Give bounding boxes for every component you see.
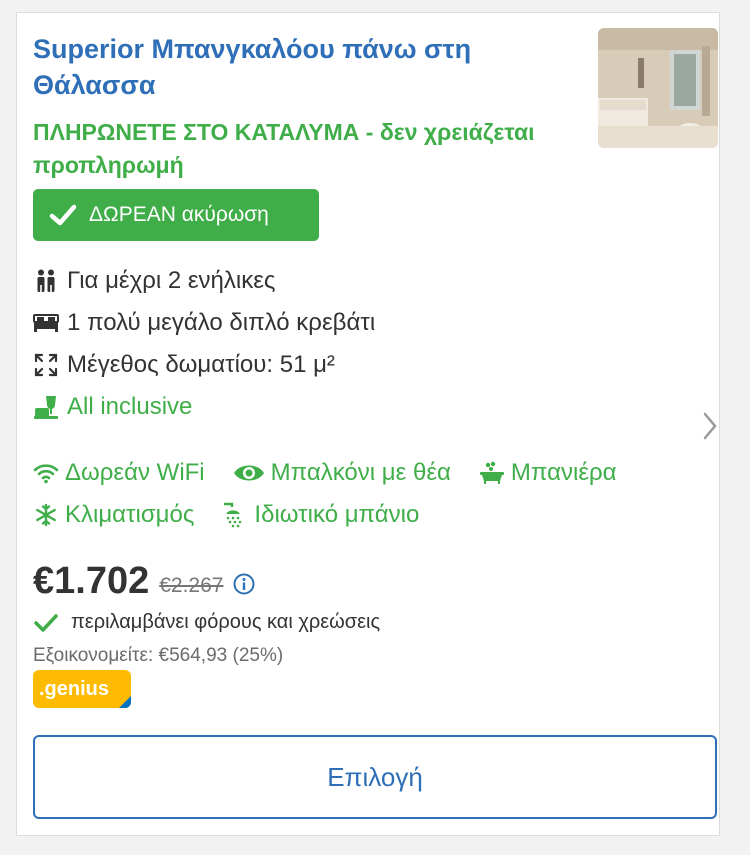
feature-text: 1 πολύ μεγάλο διπλό κρεβάτι xyxy=(67,309,376,336)
amenity-private-bathroom: Ιδιωτικό μπάνιο xyxy=(222,501,419,529)
checkmark-icon xyxy=(49,203,77,227)
feature-text: Για μέχρι 2 ενήλικες xyxy=(67,267,276,294)
genius-badge: .genius xyxy=(33,670,131,708)
feature-all-inclusive: All inclusive xyxy=(33,393,192,421)
amenities-row-1: Δωρεάν WiFi Μπαλκόνι με θέα Μπανιέρα xyxy=(33,459,645,487)
amenity-bathtub: Μπανιέρα xyxy=(479,459,617,487)
room-title[interactable]: Superior Μπανγκαλόου πάνω στη Θάλασσα xyxy=(33,31,553,103)
genius-label: .genius xyxy=(39,677,110,700)
eye-icon xyxy=(233,460,265,486)
taxes-text: περιλαμβάνει φόρους και χρεώσεις xyxy=(71,611,381,633)
original-price: €2.267 xyxy=(159,573,224,597)
info-icon[interactable] xyxy=(233,573,255,595)
feature-guests: Για μέχρι 2 ενήλικες xyxy=(33,267,276,295)
snowflake-icon xyxy=(33,502,59,528)
taxes-note: περιλαμβάνει φόρους και χρεώσεις xyxy=(33,611,380,634)
genius-corner xyxy=(119,696,131,708)
room-size-icon xyxy=(33,352,59,378)
price-row: €1.702 €2.267 xyxy=(33,560,255,603)
current-price: €1.702 xyxy=(33,560,150,602)
amenities-row-2: Κλιματισμός Ιδιωτικό μπάνιο xyxy=(33,501,447,529)
amenity-text: Ιδιωτικό μπάνιο xyxy=(254,501,420,528)
chevron-right-icon[interactable] xyxy=(700,411,720,441)
feature-text: Μέγεθος δωματίου: 51 μ² xyxy=(67,351,335,378)
checkmark-icon xyxy=(33,613,61,633)
savings-text: Εξοικονομείτε: €564,93 (25%) xyxy=(33,645,284,666)
select-button[interactable]: Επιλογή xyxy=(33,735,717,819)
amenity-text: Μπανιέρα xyxy=(510,459,617,486)
bed-icon xyxy=(33,310,59,336)
amenity-air-conditioning: Κλιματισμός xyxy=(33,501,194,529)
all-inclusive-icon xyxy=(33,394,59,420)
feature-room-size: Μέγεθος δωματίου: 51 μ² xyxy=(33,351,335,379)
amenity-balcony-view: Μπαλκόνι με θέα xyxy=(233,459,451,487)
amenity-text: Κλιματισμός xyxy=(65,501,195,528)
badge-label: ΔΩΡΕΑΝ ακύρωση xyxy=(89,203,269,226)
amenity-text: Μπαλκόνι με θέα xyxy=(270,459,451,486)
feature-bed: 1 πολύ μεγάλο διπλό κρεβάτι xyxy=(33,309,375,337)
bathtub-icon xyxy=(479,460,505,486)
room-photo[interactable] xyxy=(598,28,718,148)
payment-note: ΠΛΗΡΩΝΕΤΕ ΣΤΟ ΚΑΤΑΛΥΜΑ - δεν χρειάζεται … xyxy=(33,119,535,178)
guests-icon xyxy=(33,268,59,294)
shower-icon xyxy=(222,502,248,528)
free-cancellation-badge: ΔΩΡΕΑΝ ακύρωση xyxy=(33,189,319,241)
amenity-text: Δωρεάν WiFi xyxy=(65,459,205,486)
room-card: Superior Μπανγκαλόου πάνω στη Θάλασσα ΠΛ… xyxy=(16,12,720,836)
feature-text: All inclusive xyxy=(67,393,193,420)
amenity-wifi: Δωρεάν WiFi xyxy=(33,459,205,487)
wifi-icon xyxy=(33,460,59,486)
